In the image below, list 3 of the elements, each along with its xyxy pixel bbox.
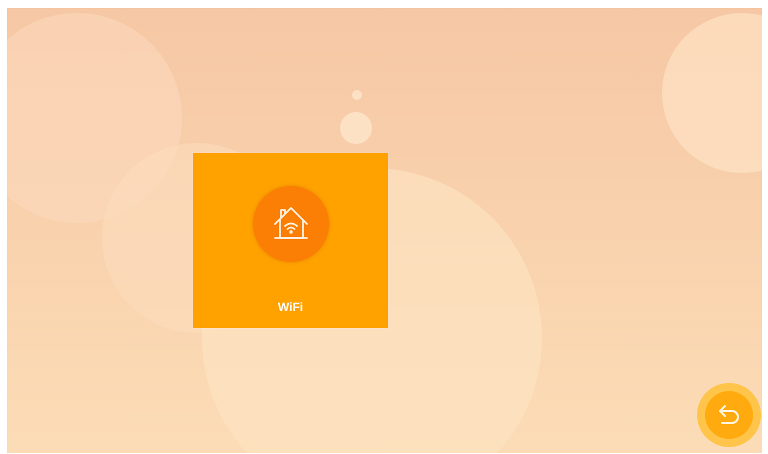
decorative-bubble (352, 90, 362, 100)
decorative-bubble (340, 112, 372, 144)
wifi-tile[interactable]: WiFi (193, 153, 388, 328)
